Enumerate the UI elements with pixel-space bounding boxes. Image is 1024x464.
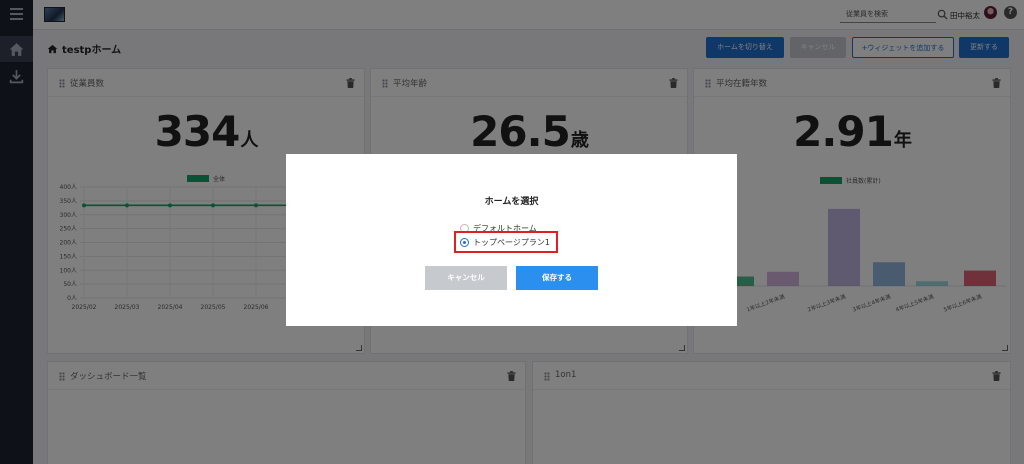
highlight-box — [454, 231, 558, 253]
select-home-modal: ホームを選択 デフォルトホーム トップページプラン1 キャンセル 保存する — [286, 154, 737, 326]
modal-save-button[interactable]: 保存する — [516, 266, 598, 290]
modal-cancel-button[interactable]: キャンセル — [425, 266, 507, 290]
modal-title: ホームを選択 — [484, 197, 539, 207]
